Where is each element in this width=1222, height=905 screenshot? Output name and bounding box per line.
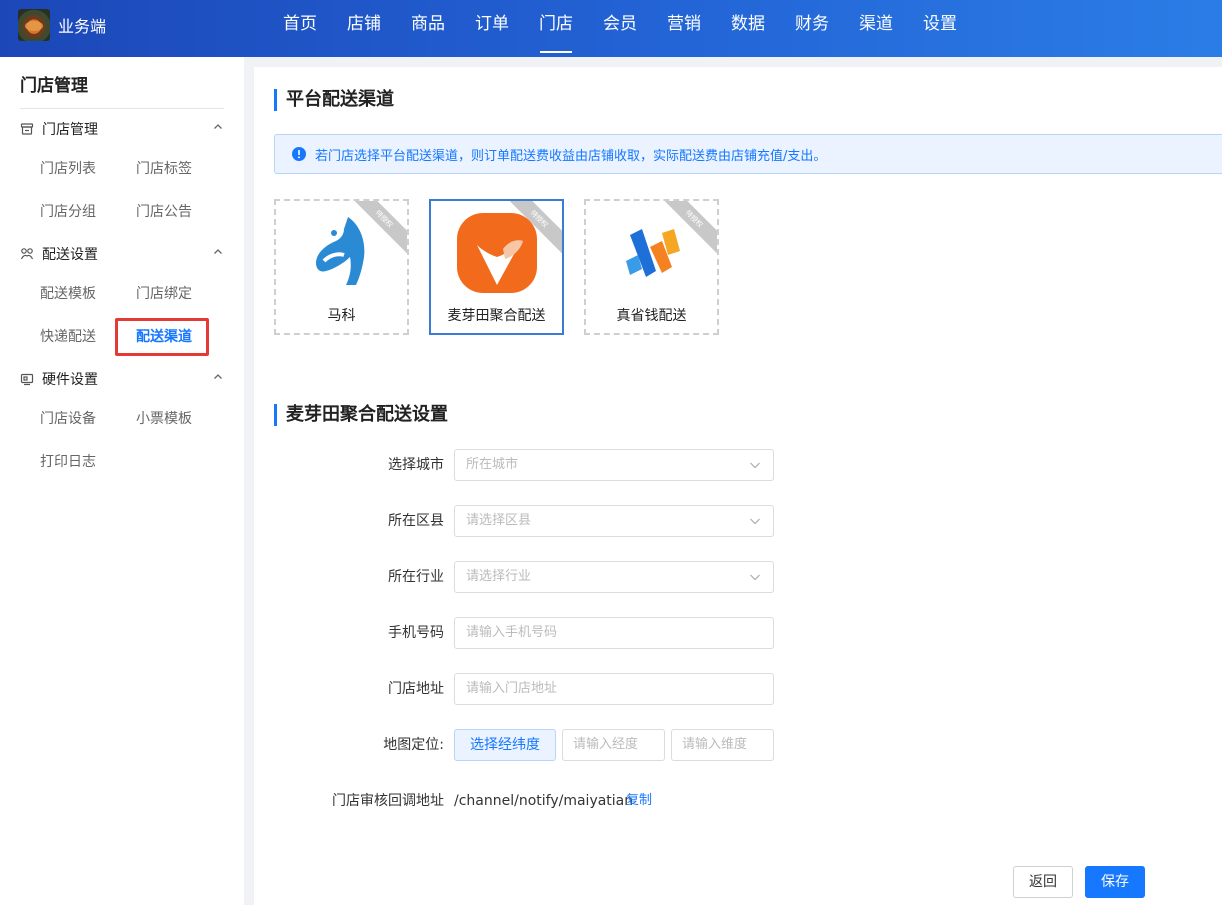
alert-text: 若门店选择平台配送渠道，则订单配送费收益由店铺收取，实际配送费由店铺充值/支出。 [315,148,827,164]
hardware-icon [20,373,34,386]
sidebar-item-store-notices[interactable]: 门店公告 [136,201,192,221]
main-nav: 首页 店铺 商品 订单 门店 会员 营销 数据 财务 渠道 设置 [268,0,972,57]
nav-item-home[interactable]: 首页 [268,0,332,57]
sidebar-item-store-list[interactable]: 门店列表 [40,158,96,178]
sidebar-group-label: 配送设置 [42,247,98,263]
address-label: 门店地址 [388,681,444,697]
brand-name: 业务端 [58,17,107,36]
sidebar-item-delivery-templates[interactable]: 配送模板 [40,283,96,303]
brand[interactable]: 业务端 [18,9,106,41]
channel-card-zhenshengqian[interactable]: 待授权 真省钱配送 [584,199,719,335]
active-item-highlight [115,318,209,356]
channel-name: 真省钱配送 [616,308,687,324]
location-label: 地图定位: [383,737,444,753]
back-button[interactable]: 返回 [1013,866,1073,898]
channel-name: 麦芽田聚合配送 [447,308,546,324]
longitude-input[interactable]: 请输入经度 [562,729,665,761]
channel-card-make[interactable]: 待授权 马科 [274,199,409,335]
maiyatian-logo-icon [456,213,537,293]
longitude-placeholder: 请输入经度 [573,737,639,752]
nav-item-data[interactable]: 数据 [716,0,780,57]
sidebar: 门店管理 门店管理 门店列表 门店标签 门店分组 门店公告 配送设置 配送模板 … [0,57,244,905]
industry-select[interactable]: 请选择行业 [454,561,774,593]
channel-name: 马科 [327,308,356,324]
chevron-up-icon[interactable] [212,246,224,258]
city-placeholder: 所在城市 [466,457,519,472]
info-alert: 若门店选择平台配送渠道，则订单配送费收益由店铺收取，实际配送费由店铺充值/支出。 [274,134,1222,174]
main-content: 平台配送渠道 若门店选择平台配送渠道，则订单配送费收益由店铺收取，实际配送费由店… [254,67,1222,905]
phone-input[interactable]: 请输入手机号码 [454,617,774,649]
sidebar-item-receipt-templates[interactable]: 小票模板 [136,408,192,428]
nav-item-settings[interactable]: 设置 [908,0,972,57]
sidebar-item-print-logs[interactable]: 打印日志 [40,451,96,471]
copy-link[interactable]: 复制 [626,785,652,817]
phone-placeholder: 请输入手机号码 [466,625,558,640]
zhenshengqian-logo-icon [625,229,680,277]
nav-item-shop[interactable]: 店铺 [332,0,396,57]
sidebar-title: 门店管理 [20,76,88,96]
sidebar-divider [20,108,224,109]
info-icon [292,147,306,161]
pick-coordinates-button[interactable]: 选择经纬度 [454,729,556,761]
store-icon [20,123,34,135]
nav-item-products[interactable]: 商品 [396,0,460,57]
nav-item-channels[interactable]: 渠道 [844,0,908,57]
industry-placeholder: 请选择行业 [466,569,532,584]
sidebar-item-express-delivery[interactable]: 快递配送 [40,326,96,346]
chevron-up-icon[interactable] [212,121,224,133]
nav-item-finance[interactable]: 财务 [780,0,844,57]
phone-label: 手机号码 [388,625,444,641]
address-placeholder: 请输入门店地址 [466,681,558,696]
top-navbar: 业务端 首页 店铺 商品 订单 门店 会员 营销 数据 财务 渠道 设置 [0,0,1222,57]
city-label: 选择城市 [388,457,444,473]
callback-label: 门店审核回调地址 [332,793,444,809]
district-select[interactable]: 请选择区县 [454,505,774,537]
city-select[interactable]: 所在城市 [454,449,774,481]
sidebar-group-label: 门店管理 [42,122,98,138]
callback-url: /channel/notify/maiyatian [454,793,634,809]
channel-card-maiyatian[interactable]: 待授权 麦芽田聚合配送 [429,199,564,335]
nav-item-orders[interactable]: 订单 [460,0,524,57]
delivery-icon [20,248,34,260]
address-input[interactable]: 请输入门店地址 [454,673,774,705]
chevron-up-icon[interactable] [212,371,224,383]
settings-section-title: 麦芽田聚合配送设置 [274,404,448,426]
district-placeholder: 请选择区县 [466,513,532,528]
sidebar-item-store-devices[interactable]: 门店设备 [40,408,96,428]
nav-item-marketing[interactable]: 营销 [652,0,716,57]
sidebar-item-store-binding[interactable]: 门店绑定 [136,283,192,303]
brand-logo-icon [18,9,50,41]
sidebar-group-store-management[interactable]: 门店管理 [20,118,224,140]
nav-item-stores[interactable]: 门店 [524,0,588,57]
industry-label: 所在行业 [388,569,444,585]
sidebar-group-label: 硬件设置 [42,372,98,388]
sidebar-group-hardware-settings[interactable]: 硬件设置 [20,368,224,390]
sidebar-group-delivery-settings[interactable]: 配送设置 [20,243,224,265]
chevron-down-icon [750,462,760,469]
nav-item-members[interactable]: 会员 [588,0,652,57]
latitude-input[interactable]: 请输入维度 [671,729,774,761]
latitude-placeholder: 请输入维度 [682,737,748,752]
save-button[interactable]: 保存 [1085,866,1145,898]
platform-channels-title: 平台配送渠道 [274,89,394,111]
chevron-down-icon [750,574,760,581]
chevron-down-icon [750,518,760,525]
district-label: 所在区县 [388,513,444,529]
sidebar-item-store-tags[interactable]: 门店标签 [136,158,192,178]
sidebar-item-store-groups[interactable]: 门店分组 [40,201,96,221]
make-logo-icon [315,217,364,285]
